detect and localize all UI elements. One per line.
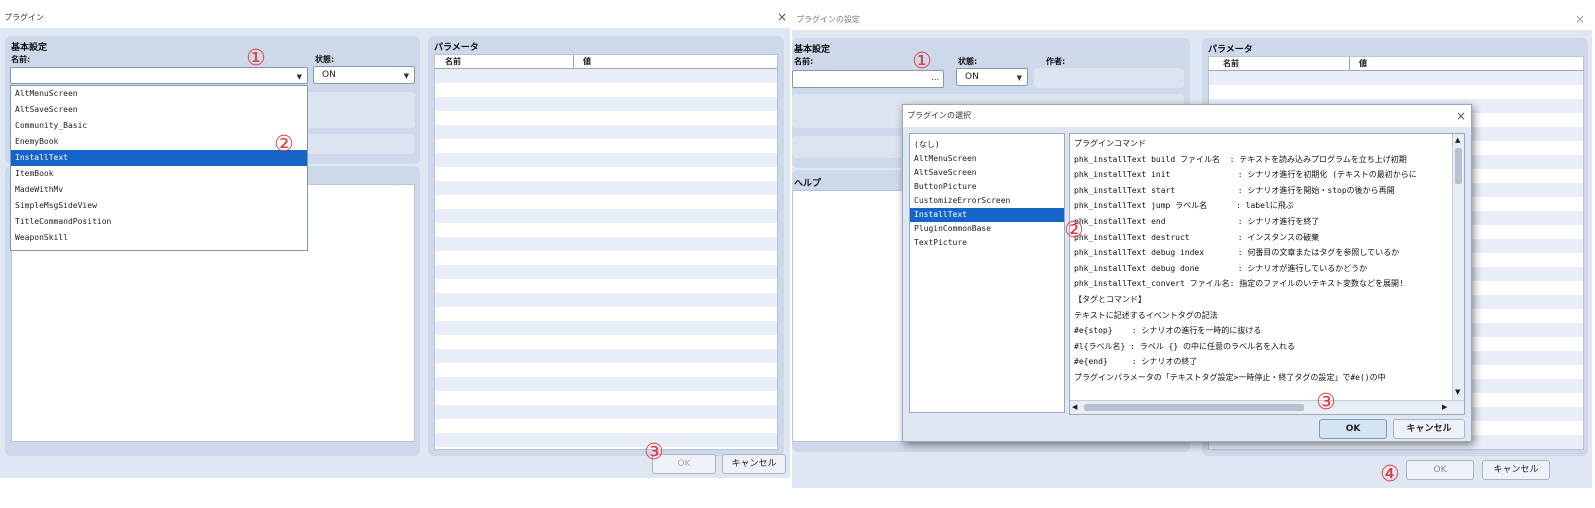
plugin-list-item[interactable]: TextPicture (910, 236, 1064, 250)
left-status-select[interactable]: ON ▼ (313, 66, 415, 84)
right-status-select[interactable]: ON ▼ (956, 68, 1028, 86)
help-vertical-scrollbar[interactable]: ▲ ▼ (1452, 134, 1464, 400)
dropdown-item[interactable]: Community_Basic (11, 118, 307, 134)
right-author-field (1034, 68, 1184, 88)
left-params-heading: パラメータ (434, 43, 479, 53)
dialog-close-icon[interactable]: × (1453, 109, 1469, 125)
help-line: 【タグとコマンド】 (1074, 294, 1146, 304)
dialog-ok-button[interactable]: OK (1319, 419, 1387, 439)
right-status-label: 状態: (958, 57, 978, 66)
dropdown-item[interactable]: ItemBook (11, 166, 307, 182)
right-window-title: プラグインの設定 (796, 15, 860, 24)
dialog-help-lines: プラグインコマンド phk_installText build ファイル名 : … (1074, 136, 1454, 400)
left-author-area (305, 134, 415, 154)
chevron-down-icon: ▼ (1016, 74, 1022, 82)
right-titlebar: プラグインの設定 (792, 10, 1592, 30)
left-params-panel: パラメータ 名前 値 (428, 36, 784, 456)
plugin-list-item[interactable]: CustomizeErrorScreen (910, 194, 1064, 208)
scrollbar-thumb[interactable] (1455, 148, 1462, 184)
help-horizontal-scrollbar[interactable]: ◀ ▶ (1070, 400, 1464, 414)
step-marker-2: ② (1064, 218, 1084, 243)
chevron-down-icon: ▼ (296, 73, 302, 81)
help-line: phk_installText jump ラベル名 : labelに飛ぶ (1074, 201, 1294, 211)
help-line: phk_installText start : シナリオ進行を開始・stopの後… (1074, 185, 1395, 195)
step-marker-3: ③ (1316, 390, 1336, 415)
scroll-down-arrow-icon[interactable]: ▼ (1455, 388, 1460, 396)
step-marker-2: ② (274, 132, 294, 157)
left-plugin-dropdown-list: AltMenuScreen AltSaveScreen Community_Ba… (10, 85, 308, 251)
left-window-title: プラグイン (4, 13, 44, 22)
dropdown-item[interactable]: AltSaveScreen (11, 102, 307, 118)
left-close-icon[interactable]: × (774, 10, 790, 26)
right-close-icon[interactable]: × (1572, 12, 1588, 28)
right-params-header: 名前 値 (1209, 57, 1583, 71)
help-line: #e{end} : シナリオの終了 (1074, 357, 1198, 367)
plugin-list-item[interactable]: (なし) (910, 138, 1064, 152)
plugin-list-item[interactable]: PluginCommonBase (910, 222, 1064, 236)
help-line: phk_installText build ファイル名 : テキストを読み込みプ… (1074, 154, 1407, 164)
dropdown-item[interactable]: WeaponSkill (11, 230, 307, 246)
left-cancel-button[interactable]: キャンセル (722, 454, 786, 474)
left-params-header: 名前 値 (435, 55, 777, 69)
help-line: #e{stop} : シナリオの進行を一時的に抜ける (1074, 326, 1262, 336)
help-line: phk_installText destruct : インスタンスの破棄 (1074, 232, 1320, 242)
left-basic-heading: 基本設定 (11, 43, 48, 53)
step-marker-1: ① (246, 46, 266, 71)
left-name-label: 名前: (11, 55, 31, 64)
left-params-table: 名前 値 (434, 54, 778, 450)
chevron-down-icon: ▼ (403, 72, 409, 80)
right-col-name[interactable]: 名前 (1223, 58, 1239, 69)
left-status-label: 状態: (315, 55, 335, 64)
help-line: phk_installText debug index : 何番目の文章またはタ… (1074, 248, 1400, 258)
dialog-titlebar: プラグインの選択 (903, 105, 1471, 127)
help-line: phk_installText debug done : シナリオが進行している… (1074, 263, 1368, 273)
scroll-right-arrow-icon[interactable]: ▶ (1442, 403, 1447, 411)
right-col-value[interactable]: 値 (1359, 58, 1367, 69)
dropdown-item[interactable]: MadeWithMv (11, 182, 307, 198)
h-scrollbar-thumb[interactable] (1084, 404, 1304, 411)
left-col-name[interactable]: 名前 (445, 56, 461, 67)
help-line: phk_installText init : シナリオ進行を初期化 (テキストの… (1074, 170, 1417, 180)
dropdown-item[interactable]: AltMenuScreen (11, 86, 307, 102)
scroll-left-arrow-icon[interactable]: ◀ (1072, 403, 1077, 411)
plugin-list-item[interactable]: AltSaveScreen (910, 166, 1064, 180)
scroll-up-arrow-icon[interactable]: ▲ (1455, 136, 1460, 144)
plugin-list-item[interactable]: ButtonPicture (910, 180, 1064, 194)
right-author-label: 作者: (1046, 57, 1066, 66)
left-description-area (305, 92, 415, 128)
help-line: #l{ラベル名} : ラベル {} の中に任意のラベル名を入れる (1074, 341, 1295, 351)
step-marker-4: ④ (1380, 462, 1400, 487)
dialog-plugin-list: (なし) AltMenuScreen AltSaveScreen ButtonP… (909, 133, 1065, 413)
left-col-value[interactable]: 値 (583, 56, 591, 67)
right-ok-button[interactable]: OK (1406, 460, 1474, 480)
plugin-select-dialog: プラグインの選択 × (なし) AltMenuScreen AltSaveScr… (902, 104, 1472, 442)
dialog-help-text[interactable]: プラグインコマンド phk_installText build ファイル名 : … (1069, 133, 1465, 415)
help-line: phk_installText_convert ファイル名: 指定のファイルのい… (1074, 279, 1404, 289)
plugin-list-item-selected[interactable]: InstallText (910, 208, 1064, 222)
dialog-title: プラグインの選択 (907, 111, 971, 120)
plugin-list-item[interactable]: AltMenuScreen (910, 152, 1064, 166)
help-line: phk_installText end : シナリオ進行を終了 (1074, 216, 1320, 226)
dialog-cancel-button[interactable]: キャンセル (1393, 419, 1465, 439)
help-line: テキストに記述するイベントタグの記法 (1074, 310, 1218, 320)
right-help-heading: ヘルプ (794, 179, 822, 189)
right-col-divider (1349, 57, 1350, 71)
dropdown-item-selected[interactable]: InstallText (11, 150, 307, 166)
right-basic-heading: 基本設定 (794, 45, 831, 55)
dropdown-item[interactable]: EnemyBook (11, 134, 307, 150)
right-cancel-button[interactable]: キャンセル (1482, 460, 1550, 480)
left-status-value: ON (322, 70, 336, 80)
right-name-label: 名前: (794, 57, 814, 66)
dropdown-item[interactable]: SimpleMsgSideView (11, 198, 307, 214)
step-marker-1: ① (912, 49, 932, 74)
dropdown-item[interactable]: TitleCommandPosition (11, 214, 307, 230)
help-line: プラグインコマンド (1074, 139, 1146, 148)
right-status-value: ON (965, 72, 979, 82)
left-titlebar: プラグイン (0, 8, 790, 28)
step-marker-3: ③ (644, 440, 664, 465)
help-line: プラグインパラメータの「テキストタグ設定>一時停止・終了タグの設定」で#e()の… (1074, 372, 1386, 382)
right-params-heading: パラメータ (1208, 45, 1253, 55)
left-col-divider (573, 55, 574, 69)
